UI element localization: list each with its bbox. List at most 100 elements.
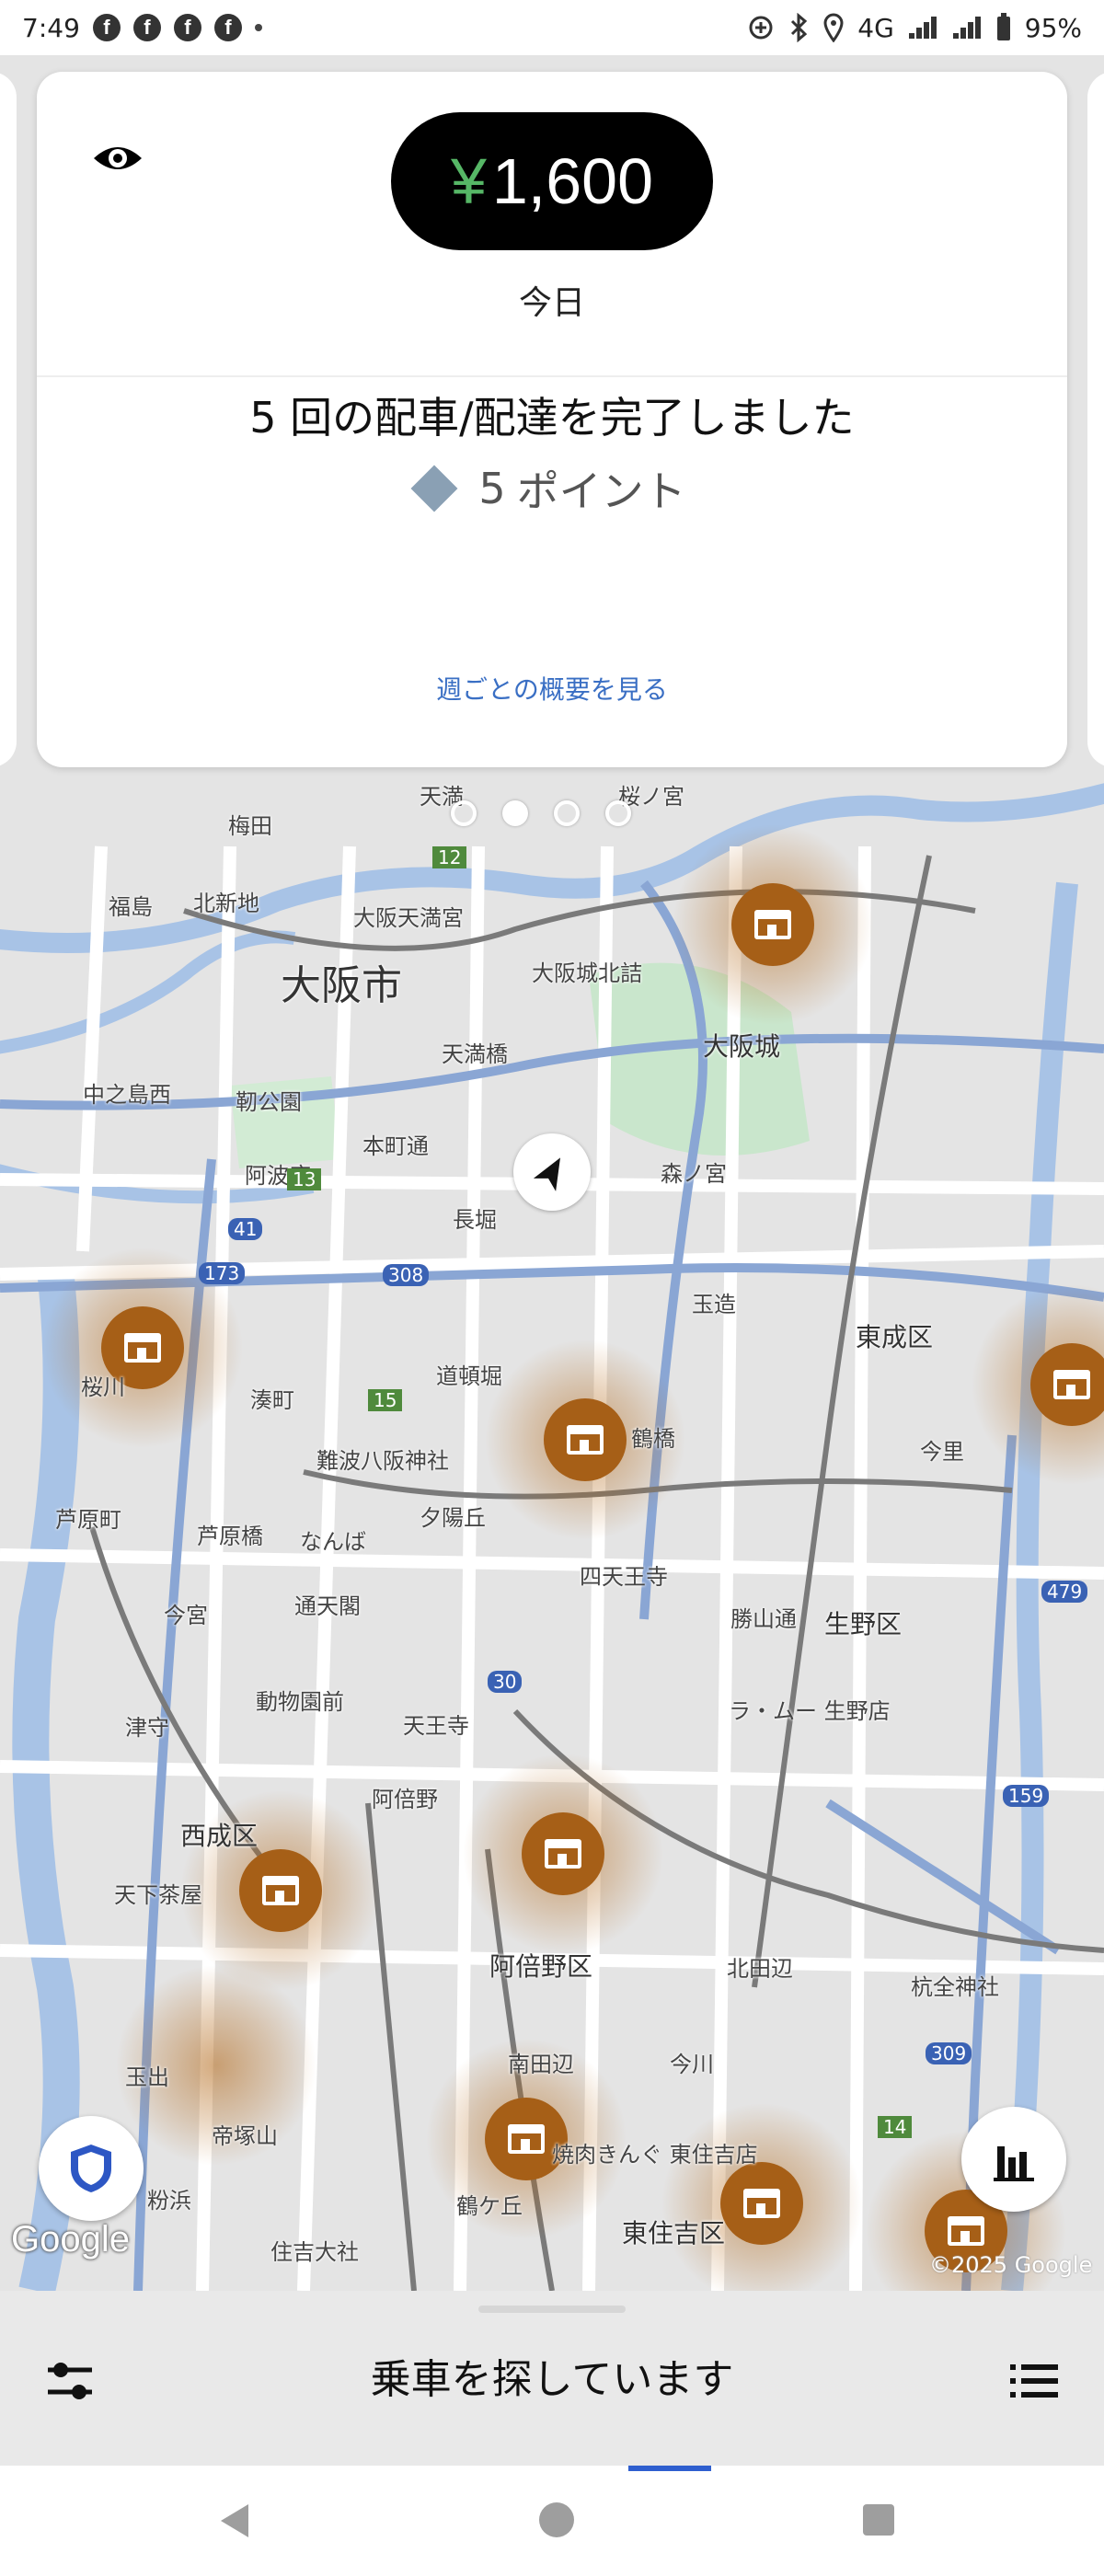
stats-button[interactable] [961,2107,1066,2212]
store-pin[interactable] [1030,1343,1104,1426]
signal-icon [952,17,981,39]
facebook-icon: f [132,14,161,41]
map-label: ラ・ムー 生野店 [729,1698,891,1724]
home-icon[interactable] [539,2502,574,2537]
map-label: 天下茶屋 [114,1882,202,1908]
sheet-handle[interactable] [478,2306,626,2313]
map-label: 杭全神社 [911,1974,999,2000]
route-number: 173 [199,1262,246,1284]
store-pin[interactable] [544,1398,627,1481]
network-type: 4G [857,12,894,43]
map-label: 天王寺 [403,1713,469,1739]
map-label: 通天閣 [294,1593,361,1619]
map-label: 鶴ケ丘 [456,2193,523,2219]
map-label: 湊町 [250,1387,294,1413]
map-label: 今川 [670,2052,714,2077]
map-label: 大阪城 [703,1031,781,1062]
store-icon [567,1425,604,1455]
pager-dot[interactable] [605,800,631,826]
map-label: 四天王寺 [580,1564,668,1590]
map-label: 今宮 [164,1603,208,1628]
current-location-marker [513,1133,591,1211]
card-divider [37,375,1067,377]
map-label: 芦原橋 [197,1524,263,1549]
earnings-period: 今日 [518,284,585,322]
map-label: 住吉大社 [270,2239,359,2265]
route-number: 15 [368,1389,403,1411]
store-icon [948,2216,984,2246]
store-icon [124,1333,161,1363]
eye-icon[interactable] [90,131,145,186]
card-pager [451,800,631,826]
pager-dot[interactable] [451,800,477,826]
route-number: 14 [878,2116,913,2138]
map-label: 難波八阪神社 [316,1448,449,1474]
signal-icon [908,17,937,39]
store-pin[interactable] [239,1849,322,1932]
pager-dot[interactable] [554,800,580,826]
previous-card-peek[interactable] [0,72,17,767]
map-label: 芦原町 [55,1507,121,1533]
map-copyright: ©2025 Google [929,2252,1093,2278]
map-label: 桜川 [81,1374,125,1400]
map-label: 道頓堀 [436,1363,502,1389]
facebook-icon: f [213,14,242,41]
route-number: 30 [488,1671,523,1693]
map-label: 帝塚山 [212,2123,278,2149]
next-card-peek[interactable] [1087,72,1104,767]
system-navigation-bar [0,2466,1104,2576]
battery-percent: 95% [1024,12,1082,43]
store-pin[interactable] [720,2162,803,2245]
map-label: なんば [300,1529,366,1555]
safety-button[interactable] [39,2116,144,2221]
route-number: 41 [228,1218,263,1240]
map-label: 本町通 [362,1133,429,1159]
map-label: 大阪市 [281,962,402,1009]
amount-value: 1,600 [491,145,654,217]
store-icon [1053,1370,1090,1399]
map-label: 大阪城北詰 [532,960,642,986]
map-label: 玉造 [692,1292,736,1317]
map-label: 玉出 [125,2064,169,2090]
weekly-summary-link[interactable]: 週ごとの概要を見る [37,670,1067,707]
map-label: 中之島西 [83,1082,171,1108]
map-label: 夕陽丘 [420,1505,486,1531]
pager-dot-active[interactable] [502,800,528,826]
bottom-sheet[interactable]: 乗車を探しています [0,2291,1104,2466]
earnings-card: ¥ 1,600 今日 5 回の配車/配達を完了しました 5 ポイント 週ごとの概… [37,72,1067,767]
map-label: 粉浜 [147,2188,191,2214]
route-number: 308 [383,1264,430,1286]
bluetooth-icon [791,13,808,42]
bar-chart-icon [994,2146,1034,2181]
status-left: 7:49 f f f f [22,13,262,43]
map-label: 東住吉区 [622,2218,726,2248]
route-number: 12 [432,846,467,868]
map-label: 靭公園 [236,1089,302,1115]
recents-icon[interactable] [863,2504,894,2536]
back-icon[interactable] [221,2504,248,2537]
facebook-icon: f [92,14,121,41]
store-pin[interactable] [731,883,814,966]
google-logo: Google [11,2219,130,2260]
earnings-amount[interactable]: ¥ 1,600 [391,112,713,250]
map-label: 津守 [125,1715,169,1741]
map-label: 梅田 [228,813,272,839]
map-label: 長堀 [453,1207,497,1233]
diamond-icon [410,465,458,512]
data-saver-icon [749,16,773,40]
more-dot-icon [254,24,262,31]
clock: 7:49 [22,12,80,43]
points-row: 5 ポイント [37,458,1067,519]
map-label: 森ノ宮 [661,1161,727,1187]
map-label: 鶴橋 [631,1426,675,1452]
list-icon[interactable] [1006,2353,1062,2409]
map-label: 阿倍野区 [489,1951,593,1982]
store-icon [743,2189,780,2218]
trips-completed: 5 回の配車/配達を完了しました [249,393,855,443]
map-label: 勝山通 [730,1606,797,1632]
store-pin[interactable] [522,1812,604,1895]
map-label: 南田辺 [508,2052,574,2077]
map-label: 今里 [920,1439,964,1465]
map-label: 東成区 [856,1322,934,1352]
map-label: 大阪天満宮 [353,905,464,931]
